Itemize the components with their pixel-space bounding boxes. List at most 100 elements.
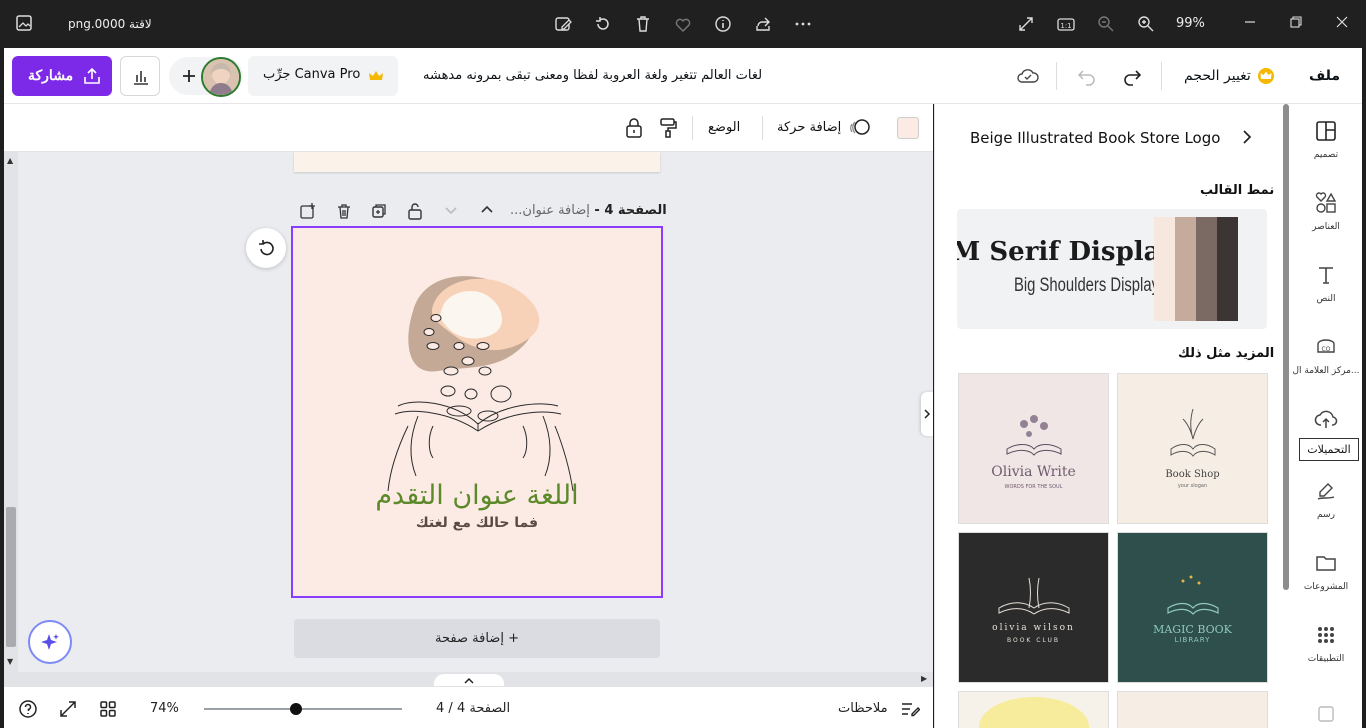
sidebar-item-uploads[interactable]: [1290, 408, 1362, 434]
cloud-saved-icon[interactable]: [1016, 65, 1040, 87]
try-pro-button[interactable]: جرِّب Canva Pro: [248, 56, 398, 96]
position-button[interactable]: الوضع: [708, 120, 740, 135]
zoom-slider-thumb[interactable]: [289, 703, 302, 715]
share-icon[interactable]: [753, 14, 773, 34]
window-border-right: [1362, 48, 1366, 728]
delete-icon[interactable]: [633, 14, 653, 34]
sidebar-item-design[interactable]: تصميم: [1290, 120, 1362, 160]
share-label: مشاركة: [28, 67, 74, 83]
insights-button[interactable]: [120, 56, 160, 96]
sidebar-item-projects[interactable]: المشروعات: [1290, 552, 1362, 592]
resize-button[interactable]: تغيير الحجم: [1184, 68, 1251, 84]
animate-button[interactable]: إضافة حركة: [777, 120, 841, 135]
template-style-card[interactable]: DM Serif Display Big Shoulders Display: [957, 209, 1267, 329]
more-like-this-heading: المزيد مثل ذلك: [1178, 346, 1275, 361]
add-page-icon[interactable]: [299, 202, 317, 220]
text-icon: [1315, 264, 1337, 286]
gallery-icon[interactable]: [15, 14, 35, 34]
design-title-text[interactable]: اللغة عنوان التقدم: [293, 480, 661, 511]
chevron-up-icon[interactable]: [479, 202, 495, 218]
color-palette[interactable]: [1154, 217, 1238, 321]
background-color-swatch[interactable]: [897, 117, 919, 139]
edit-image-icon[interactable]: [553, 14, 573, 34]
paint-format-icon[interactable]: [658, 117, 678, 139]
template-name: Beige Illustrated Book Store Logo: [970, 129, 1221, 147]
minimize-icon[interactable]: [1242, 14, 1262, 34]
sidebar-item-more[interactable]: [1290, 704, 1362, 728]
template-thumb[interactable]: MAGIC BOOK LIBRARY: [1117, 532, 1268, 683]
apps-icon: [1315, 624, 1337, 646]
page-indicator[interactable]: الصفحة 4 / 4: [436, 701, 510, 716]
info-icon[interactable]: [713, 14, 733, 34]
zoom-out-icon[interactable]: [1096, 14, 1116, 34]
more-icon[interactable]: [793, 14, 813, 34]
template-thumb[interactable]: [958, 691, 1109, 728]
redo-icon[interactable]: [1121, 65, 1143, 87]
chevron-right-back-icon[interactable]: [1239, 129, 1255, 145]
lock-icon[interactable]: [406, 202, 424, 220]
canvas-area: الصفحة 4 - إضافة عنوان... اللغة عنوان ال…: [4, 104, 933, 688]
collaborators: [169, 57, 243, 97]
divider: [692, 116, 693, 140]
magic-assistant-button[interactable]: [28, 620, 72, 664]
avatar[interactable]: [201, 57, 241, 97]
thumb-decoration: [979, 697, 1089, 728]
sidebar-item-draw[interactable]: رسم: [1290, 480, 1362, 520]
viewer-zoom-level: 99%: [1176, 16, 1205, 31]
zoom-in-icon[interactable]: [1136, 14, 1156, 34]
divider: [1056, 62, 1057, 90]
vertical-scrollbar[interactable]: ▲ ▼: [4, 152, 18, 686]
sidebar-item-elements[interactable]: العناصر: [1290, 192, 1362, 232]
chevron-right-icon: [923, 408, 931, 420]
fullscreen-expand-icon[interactable]: [58, 699, 78, 719]
fullscreen-icon[interactable]: [1016, 14, 1036, 34]
scrollbar-thumb[interactable]: [6, 507, 16, 647]
favorite-icon[interactable]: [673, 14, 693, 34]
document-title[interactable]: لغات العالم تتغير ولغة العروبة لفظا ومعن…: [423, 68, 762, 83]
add-collaborator-icon[interactable]: [179, 66, 199, 86]
palette-swatch-2[interactable]: [1175, 217, 1196, 321]
template-thumb[interactable]: olivia wilson BOOK CLUB: [958, 532, 1109, 683]
design-page[interactable]: اللغة عنوان التقدم فما حالك مع لغتك: [291, 226, 663, 598]
duplicate-page-icon[interactable]: [370, 202, 388, 220]
zoom-slider-track[interactable]: [204, 708, 402, 710]
zoom-percentage[interactable]: 74%: [150, 701, 179, 716]
sidebar-item-apps[interactable]: التطبيقات: [1290, 624, 1362, 664]
previous-page[interactable]: [294, 152, 660, 172]
palette-swatch-4[interactable]: [1217, 217, 1238, 321]
template-thumb[interactable]: Book Shop your slogan: [1117, 373, 1268, 524]
template-thumb[interactable]: Olivia Write WORDS FOR THE SOUL: [958, 373, 1109, 524]
scroll-up-icon[interactable]: ▲: [7, 156, 13, 165]
undo-icon[interactable]: [1076, 65, 1098, 87]
design-subtitle-text[interactable]: فما حالك مع لغتك: [293, 515, 661, 531]
template-thumb[interactable]: [1117, 691, 1268, 728]
palette-swatch-1[interactable]: [1154, 217, 1175, 321]
notes-button[interactable]: ملاحظات: [838, 701, 888, 716]
chevron-down-icon[interactable]: [443, 202, 459, 218]
book-illustration[interactable]: [373, 266, 583, 491]
scroll-down-icon[interactable]: ▼: [7, 657, 13, 666]
close-icon[interactable]: [1334, 14, 1354, 34]
refresh-design-button[interactable]: [246, 228, 286, 268]
help-icon[interactable]: [18, 699, 38, 719]
share-button[interactable]: مشاركة: [12, 56, 112, 96]
delete-page-icon[interactable]: [335, 202, 353, 220]
palette-swatch-3[interactable]: [1196, 217, 1217, 321]
panel-collapse-handle[interactable]: [921, 392, 933, 436]
sidebar-item-label: التطبيقات: [1307, 654, 1345, 664]
actual-size-icon[interactable]: 1:1: [1056, 14, 1076, 34]
add-page-button[interactable]: + إضافة صفحة: [294, 619, 660, 658]
page-title-input[interactable]: إضافة عنوان...: [510, 203, 590, 218]
divider: [1161, 62, 1162, 90]
rotate-icon[interactable]: [593, 14, 613, 34]
lock-toolbar-icon[interactable]: [624, 117, 644, 139]
sidebar-item-brand[interactable]: CO مركز العلامة ال...: [1290, 336, 1362, 376]
editor-topbar: مشاركة جرِّب Canva Pro لغات العالم تتغير…: [4, 48, 1362, 104]
sidebar-item-text[interactable]: النص: [1290, 264, 1362, 304]
panel-scrollbar-thumb[interactable]: [1283, 104, 1289, 590]
viewer-titlebar: لاقتة 0000.png 1:1 99%: [0, 0, 1366, 48]
scroll-right-icon[interactable]: ▶: [921, 674, 927, 683]
restore-icon[interactable]: [1288, 14, 1308, 34]
grid-view-icon[interactable]: [98, 699, 118, 719]
file-menu[interactable]: ملف: [1309, 68, 1340, 84]
